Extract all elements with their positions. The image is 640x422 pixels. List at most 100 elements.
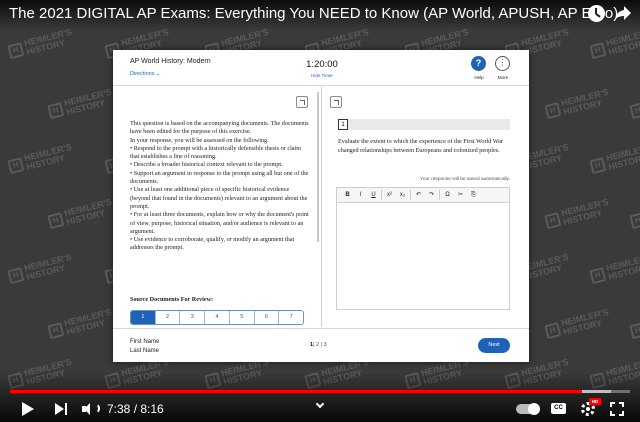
- document-tab-1[interactable]: 1: [131, 311, 156, 324]
- watermark-logo: HHEIMLER'S HISTORY: [589, 27, 640, 61]
- watermark-text: HEIMLER'S HISTORY: [560, 196, 610, 227]
- other-pages: | 2 | 3: [313, 342, 327, 348]
- watermark-box-icon: H: [47, 322, 65, 340]
- redo-icon[interactable]: ↷: [425, 189, 438, 202]
- prompt-text: This question is based on the accompanyi…: [130, 120, 310, 253]
- hide-timer-link[interactable]: Hide Timer: [297, 73, 347, 78]
- toolbar-separator: [381, 190, 382, 200]
- watermark-logo: HHEIMLER'S HISTORY: [47, 307, 118, 341]
- watermark-box-icon: H: [7, 267, 25, 285]
- last-name: Last Name: [130, 348, 160, 354]
- watermark-logo: HHEIMLER'S HISTORY: [589, 252, 640, 286]
- watermark-logo: HHEIMLER'S HISTORY: [589, 142, 640, 176]
- question-number-bar: [338, 119, 510, 130]
- special-character-icon[interactable]: Ω: [441, 189, 454, 202]
- directions-link[interactable]: Directions ⌄: [130, 71, 161, 77]
- page-indicator[interactable]: 1| 2 | 3: [310, 342, 327, 348]
- exam-header: AP World History: Modern Directions ⌄ 1:…: [113, 50, 529, 86]
- watermark-box-icon: H: [589, 267, 607, 285]
- undo-icon[interactable]: ↶: [412, 189, 425, 202]
- copy-icon[interactable]: ⎘: [467, 189, 480, 202]
- watermark-box-icon: H: [589, 42, 607, 60]
- watermark-logo: HHEIMLER'S HISTORY: [7, 27, 78, 61]
- watermark-logo: HHEIMLER'S HISTORY: [47, 197, 118, 231]
- editor-toolbar: B I Ux² x₂ ↶ ↷ Ω ✂ ⎘: [337, 188, 509, 203]
- watermark-text: HEIMLER'S HISTORY: [23, 141, 73, 172]
- subscript-button[interactable]: x₂: [396, 189, 409, 202]
- watermark-text: HEIMLER'S HISTORY: [560, 306, 610, 337]
- watermark-box-icon: H: [47, 212, 65, 230]
- progress-played: [10, 390, 583, 393]
- video-title[interactable]: The 2021 DIGITAL AP Exams: Everything Yo…: [9, 5, 618, 22]
- question-text: Evaluate the extent to which the experie…: [338, 138, 503, 154]
- help-button[interactable]: ?: [471, 56, 486, 71]
- more-button[interactable]: ⋮: [495, 56, 510, 71]
- response-editor[interactable]: B I Ux² x₂ ↶ ↷ Ω ✂ ⎘: [336, 187, 510, 310]
- watermark-text: HEIMLER'S HISTORY: [63, 86, 113, 117]
- prompt-paragraph: In your response, you will be assessed o…: [130, 136, 269, 144]
- collapse-pane-icon[interactable]: [330, 96, 342, 108]
- watermark-logo: HHEIMLER'S HISTORY: [7, 252, 78, 286]
- fullscreen-icon[interactable]: [610, 402, 624, 416]
- document-tabs: 1234567: [130, 310, 304, 325]
- hd-badge: HD: [589, 398, 601, 405]
- share-icon[interactable]: [614, 5, 632, 21]
- autosave-note: Your response will be saved automaticall…: [420, 177, 510, 182]
- watermark-box-icon: H: [47, 102, 65, 120]
- cut-icon[interactable]: ✂: [454, 189, 467, 202]
- italic-button[interactable]: I: [354, 189, 367, 202]
- watermark-box-icon: H: [544, 322, 562, 340]
- watermark-box-icon: H: [589, 157, 607, 175]
- watermark-text: HEIMLER'S HISTORY: [63, 196, 113, 227]
- bold-button[interactable]: B: [341, 189, 354, 202]
- help-label: Help: [474, 75, 484, 80]
- prompt-paragraph: • For at least three documents, explain …: [130, 211, 309, 235]
- watermark-logo: HHEIMLER'S HISTORY: [544, 307, 615, 341]
- prompt-paragraph: • Support an argument in response to the…: [130, 169, 309, 186]
- watermark-text: HEIMLER'S HISTORY: [23, 251, 73, 282]
- document-tab-3[interactable]: 3: [180, 311, 206, 324]
- prompt-scrollbar[interactable]: [317, 92, 319, 242]
- document-tab-5[interactable]: 5: [229, 311, 255, 324]
- watermark-box-icon: H: [544, 212, 562, 230]
- watermark-logo: HHEIMLER'S HISTORY: [629, 87, 640, 121]
- time-display: 7:38 / 8:16: [107, 402, 164, 416]
- watermark-logo: HHEIMLER'S HISTORY: [629, 307, 640, 341]
- document-tab-4[interactable]: 4: [205, 311, 230, 324]
- exam-app-window: AP World History: Modern Directions ⌄ 1:…: [113, 50, 529, 362]
- document-tab-2[interactable]: 2: [155, 311, 181, 324]
- watermark-box-icon: H: [629, 102, 640, 120]
- prompt-paragraph: • Use at least one additional piece of s…: [130, 186, 308, 210]
- autoplay-toggle-icon[interactable]: [516, 403, 540, 415]
- prompt-paragraph: • Use evidence to corroborate, qualify, …: [130, 236, 295, 252]
- first-name: First Name: [130, 339, 160, 345]
- next-icon[interactable]: [55, 403, 69, 415]
- watermark-text: HEIMLER'S HISTORY: [605, 251, 640, 282]
- sources-header: Source Documents For Review:: [130, 296, 214, 303]
- watermark-box-icon: H: [629, 322, 640, 340]
- superscript-button[interactable]: x²: [383, 189, 396, 202]
- cc-icon[interactable]: CC: [551, 403, 566, 414]
- prompt-paragraph: • Describe a broader historical context …: [130, 161, 283, 169]
- play-icon[interactable]: [22, 402, 34, 416]
- expand-pane-icon[interactable]: [296, 96, 308, 108]
- watermark-logo: HHEIMLER'S HISTORY: [629, 197, 640, 231]
- watermark-text: HEIMLER'S HISTORY: [63, 306, 113, 337]
- clock-icon[interactable]: [588, 5, 605, 22]
- toolbar-separator: [439, 190, 440, 200]
- watermark-text: HEIMLER'S HISTORY: [23, 26, 73, 57]
- underline-button[interactable]: U: [367, 189, 380, 202]
- video-top-bar: The 2021 DIGITAL AP Exams: Everything Yo…: [0, 0, 640, 30]
- question-number: 1: [338, 119, 348, 130]
- document-tab-6[interactable]: 6: [254, 311, 280, 324]
- watermark-text: HEIMLER'S HISTORY: [605, 26, 640, 57]
- course-title: AP World History: Modern: [130, 58, 211, 65]
- watermark-logo: HHEIMLER'S HISTORY: [544, 197, 615, 231]
- toolbar-separator: [410, 190, 411, 200]
- more-label: More: [497, 75, 509, 80]
- prompt-paragraph: This question is based on the accompanyi…: [130, 120, 309, 136]
- watermark-box-icon: H: [629, 212, 640, 230]
- next-button[interactable]: Next: [478, 338, 510, 353]
- watermark-box-icon: H: [7, 42, 25, 60]
- document-tab-7[interactable]: 7: [279, 311, 303, 324]
